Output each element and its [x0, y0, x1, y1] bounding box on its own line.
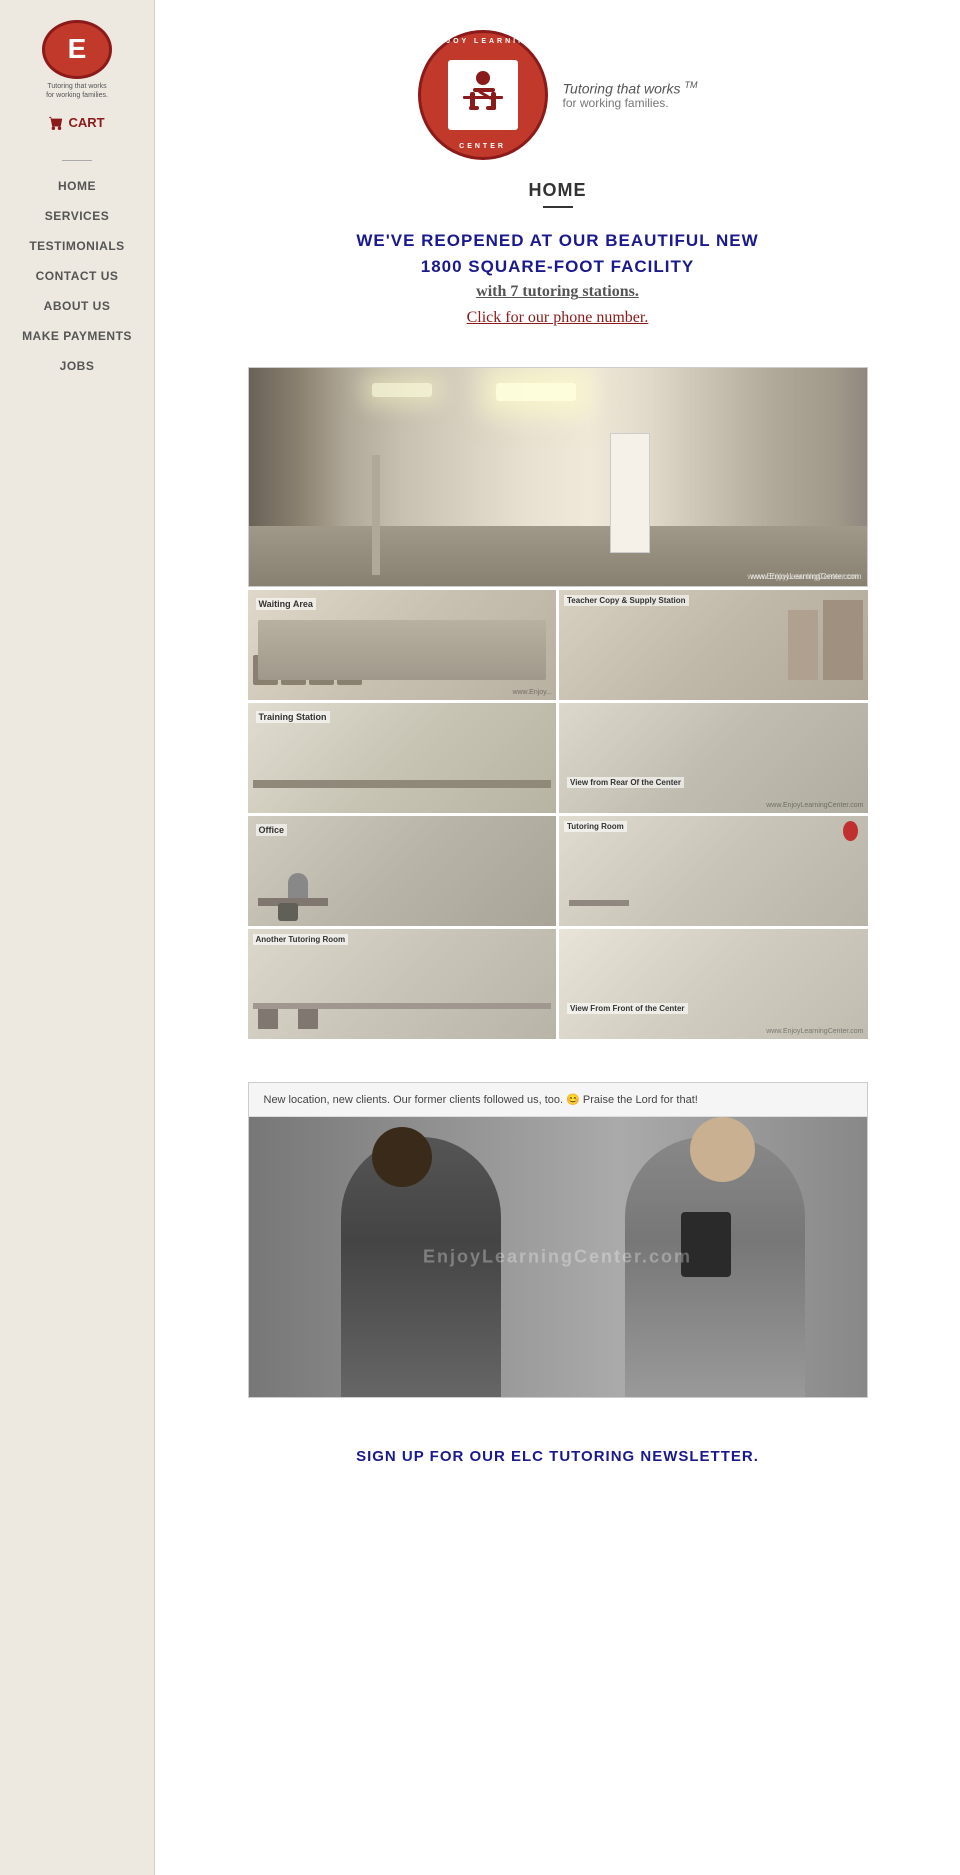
tagline-line2: for working families. [563, 96, 698, 110]
tutoring-bg [559, 816, 868, 926]
photo-watermark-1: www.EnjoyLearningCenter.com [747, 572, 858, 581]
front-watermark: www.EnjoyLearningCenter.com [766, 1028, 863, 1035]
ceiling-light-2 [372, 383, 432, 397]
door [610, 433, 650, 553]
sidebar-nav: CART HOME SERVICES TESTIMONIALS CONTACT … [0, 110, 154, 381]
chairs-row [253, 655, 552, 685]
supply-bg [559, 590, 868, 700]
hero-section: WE'VE REOPENED AT OUR BEAUTIFUL NEW 1800… [356, 228, 758, 327]
sidebar-item-about[interactable]: ABOUT US [0, 291, 154, 321]
tutoring-desk [569, 900, 629, 906]
chair-2 [281, 655, 306, 685]
sidebar: Tutoring that works for working families… [0, 0, 155, 1875]
divider [372, 455, 380, 575]
person-at-desk-icon [455, 68, 510, 123]
ceiling-light-1 [496, 383, 576, 401]
photo-row-3: Training Station View from Rear Of the C… [248, 703, 868, 813]
another-tutoring-bg [248, 929, 557, 1039]
hallway-photo: www.EnjoyLearningCenter.com [248, 367, 868, 587]
cart-icon [49, 116, 63, 130]
office-label: Office [256, 824, 288, 836]
student-left-head [372, 1127, 432, 1187]
phone-number-link[interactable]: Click for our phone number. [356, 309, 758, 327]
front-view-photo: View From Front of the Center www.EnjoyL… [559, 929, 868, 1039]
chair-4 [337, 655, 362, 685]
cart-link[interactable]: CART [39, 110, 114, 135]
hero-line2: 1800 SQUARE-FOOT FACILITY [356, 254, 758, 280]
photo-row-5: Another Tutoring Room View From Front of… [248, 929, 868, 1039]
photo-row-4: Office Tutoring Room [248, 816, 868, 926]
logo-small-circle [42, 20, 112, 79]
rear-bg [559, 703, 868, 813]
office-photo: Office [248, 816, 557, 926]
sidebar-logo: Tutoring that works for working families… [27, 20, 127, 100]
nav-divider [62, 160, 92, 161]
facility-photos: www.EnjoyLearningCenter.com Waiting Area… [248, 367, 868, 1042]
logo-arc-text-top: ENJOY LEARNING [430, 38, 534, 45]
sidebar-item-services[interactable]: SERVICES [0, 201, 154, 231]
waiting-area-photo: Waiting Area www.Enjoy... [248, 590, 557, 700]
tutoring-room-photo: Tutoring Room [559, 816, 868, 926]
waiting-label: Waiting Area [256, 598, 316, 610]
header-logo: ENJOY LEARNING CENTER Tutoring that work… [418, 20, 698, 160]
front-view-bg [559, 929, 868, 1039]
rear-view-label: View from Rear Of the Center [567, 777, 684, 788]
filing-cabinet [788, 610, 818, 680]
students-watermark: EnjoyLearningCenter.com [423, 1247, 692, 1268]
fire-alarm [843, 821, 858, 841]
tutoring-room-label: Tutoring Room [564, 821, 627, 832]
chair-3 [309, 655, 334, 685]
another-tutoring-label: Another Tutoring Room [253, 934, 349, 945]
shelf-unit [823, 600, 863, 680]
students-section: New location, new clients. Our former cl… [248, 1082, 868, 1398]
cart-label: CART [68, 115, 104, 130]
title-underline [543, 206, 573, 208]
sidebar-item-contact[interactable]: CONTACT US [0, 261, 154, 291]
sidebar-item-payments[interactable]: MAKE PAYMENTS [0, 321, 154, 351]
page-title: HOME [529, 180, 587, 228]
logo-inner-square [448, 60, 518, 130]
training-table [253, 780, 552, 788]
students-caption: New location, new clients. Our former cl… [249, 1083, 867, 1117]
supply-station-photo: Teacher Copy & Supply Station [559, 590, 868, 700]
tagline-line1: Tutoring that works TM [563, 80, 698, 97]
logo-tagline-small: Tutoring that works for working families… [46, 82, 108, 100]
chair-1 [253, 655, 278, 685]
newsletter-section: SIGN UP FOR OUR ELC TUTORING NEWSLETTER. [356, 1448, 759, 1465]
office-chair [278, 903, 298, 921]
logo-arc-text-bottom: CENTER [459, 143, 506, 150]
photo-row-2: Waiting Area www.Enjoy... Teacher Copy &… [248, 590, 868, 700]
header-logo-circle: ENJOY LEARNING CENTER [418, 30, 548, 160]
header-tagline: Tutoring that works TM for working famil… [563, 80, 698, 111]
hero-line1: WE'VE REOPENED AT OUR BEAUTIFUL NEW [356, 228, 758, 254]
front-view-label: View From Front of the Center [567, 1003, 688, 1014]
rear-watermark: www.EnjoyLearningCenter.com [766, 802, 863, 809]
chair-at-table-1 [258, 1009, 278, 1029]
training-station-photo: Training Station [248, 703, 557, 813]
sidebar-item-testimonials[interactable]: TESTIMONIALS [0, 231, 154, 261]
waiting-watermark: www.Enjoy... [512, 689, 552, 696]
sidebar-item-home[interactable]: HOME [0, 171, 154, 201]
student-right-head [690, 1117, 755, 1182]
sidebar-item-jobs[interactable]: JOBS [0, 351, 154, 381]
another-tutoring-photo: Another Tutoring Room [248, 929, 557, 1039]
hero-line3: with 7 tutoring stations. [356, 283, 758, 301]
main-content: ENJOY LEARNING CENTER Tutoring that work… [155, 0, 960, 1875]
chair-at-table-2 [298, 1009, 318, 1029]
person-silhouette [288, 873, 308, 898]
training-label: Training Station [256, 711, 330, 723]
rear-view-photo: View from Rear Of the Center www.EnjoyLe… [559, 703, 868, 813]
supply-label: Teacher Copy & Supply Station [564, 595, 689, 606]
tm-mark: TM [684, 80, 697, 90]
students-image: EnjoyLearningCenter.com [249, 1117, 867, 1397]
